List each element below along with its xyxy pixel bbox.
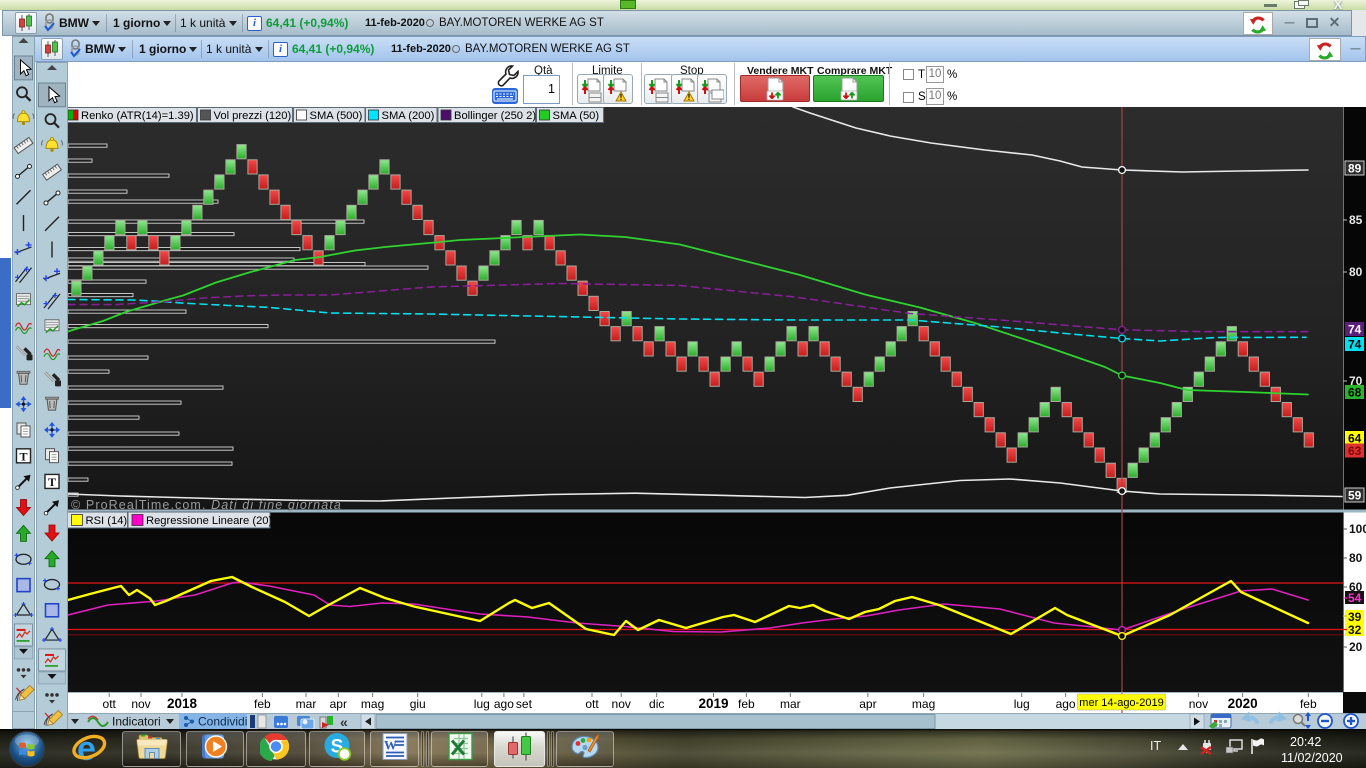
svg-text:mag: mag	[361, 697, 384, 711]
svg-text:20: 20	[1349, 640, 1363, 654]
svg-text:set: set	[516, 697, 533, 711]
svg-text:59: 59	[1348, 489, 1362, 503]
svg-text:2019: 2019	[698, 696, 728, 711]
svg-text:80: 80	[1349, 551, 1363, 565]
svg-text:Vol prezzi (120): Vol prezzi (120)	[214, 110, 292, 122]
svg-text:mar: mar	[780, 697, 801, 711]
svg-text:ago: ago	[494, 697, 514, 711]
svg-text:nov: nov	[131, 697, 150, 711]
svg-text:2018: 2018	[167, 696, 198, 711]
svg-text:lug: lug	[1014, 697, 1030, 711]
svg-text:!: !	[620, 93, 623, 102]
svg-text:ago: ago	[1056, 697, 1076, 711]
svg-text:lug: lug	[474, 697, 490, 711]
svg-text:89: 89	[1348, 162, 1362, 176]
svg-text:85: 85	[1349, 213, 1363, 227]
svg-text:32: 32	[1348, 623, 1362, 637]
svg-text:giu: giu	[410, 697, 426, 711]
svg-text:Renko (ATR(14)=1.39): Renko (ATR(14)=1.39)	[81, 110, 194, 122]
svg-text:SMA (200): SMA (200)	[382, 110, 435, 122]
svg-text:ott: ott	[103, 697, 117, 711]
svg-text:SMA (500): SMA (500)	[310, 110, 363, 122]
svg-text:T: T	[19, 449, 27, 463]
svg-text:feb: feb	[738, 697, 755, 711]
svg-text:2020: 2020	[1228, 696, 1258, 711]
svg-text:apr: apr	[330, 697, 347, 711]
svg-text:39: 39	[1348, 610, 1362, 624]
svg-text:!: !	[688, 93, 691, 102]
svg-text:nov: nov	[612, 697, 631, 711]
svg-text:dic: dic	[649, 697, 664, 711]
svg-text:feb: feb	[1300, 697, 1317, 711]
svg-text:«: «	[340, 714, 348, 729]
svg-text:74: 74	[1348, 323, 1362, 337]
svg-text:68: 68	[1348, 386, 1362, 400]
svg-text:Regressione Lineare (20): Regressione Lineare (20)	[146, 515, 273, 527]
svg-text:SMA (50): SMA (50)	[553, 110, 600, 122]
svg-text:mag: mag	[912, 697, 935, 711]
svg-text:apr: apr	[859, 697, 876, 711]
svg-text:© ProRealTime.com. Dati di fin: © ProRealTime.com. Dati di fine giornata	[71, 498, 342, 512]
svg-text:RSI (14): RSI (14)	[86, 515, 128, 527]
svg-text:Bollinger (250 2): Bollinger (250 2)	[454, 110, 536, 122]
svg-text:54: 54	[1348, 591, 1362, 605]
svg-text:feb: feb	[254, 697, 271, 711]
svg-text:mar: mar	[296, 697, 317, 711]
svg-text:nov: nov	[1189, 697, 1208, 711]
svg-text:mer 14-ago-2019: mer 14-ago-2019	[1079, 697, 1163, 709]
svg-text:Indicatori: Indicatori	[112, 715, 161, 729]
svg-text:ott: ott	[585, 697, 599, 711]
svg-text:Condividi: Condividi	[198, 715, 247, 729]
svg-text:80: 80	[1349, 265, 1363, 279]
svg-text:W: W	[384, 737, 397, 752]
svg-text:63: 63	[1348, 444, 1362, 458]
svg-text:T: T	[48, 475, 56, 489]
svg-text:100: 100	[1349, 522, 1366, 536]
svg-text:74: 74	[1348, 338, 1362, 352]
